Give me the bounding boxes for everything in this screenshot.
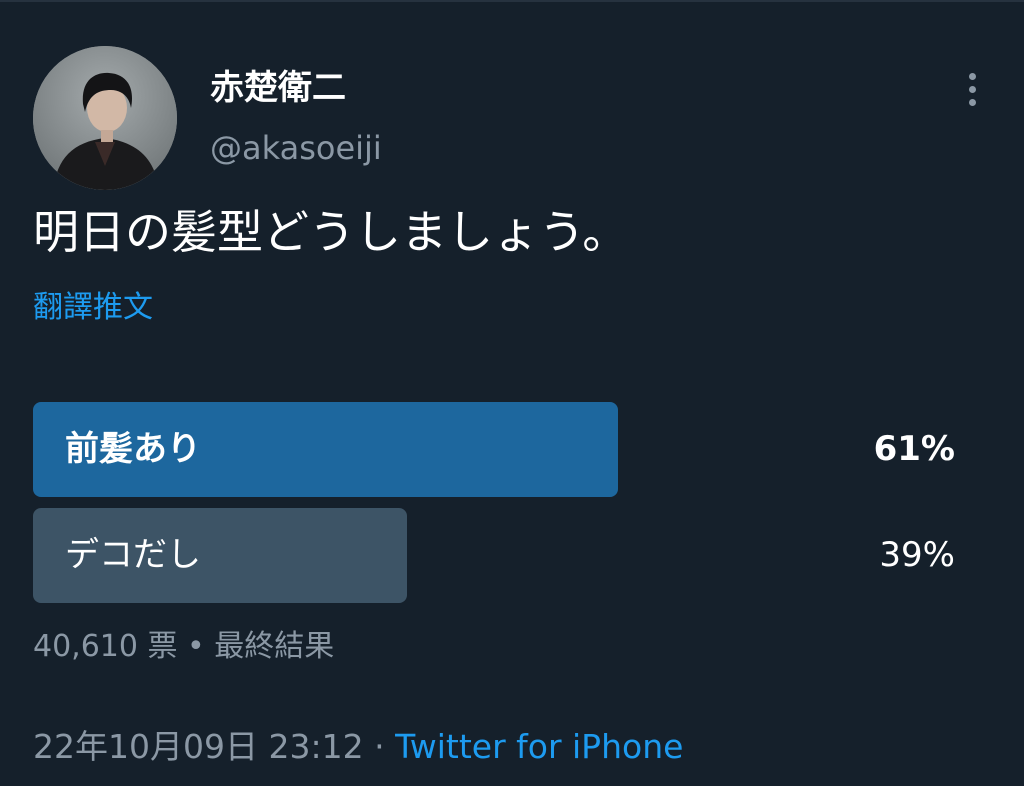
author-display-name[interactable]: 赤楚衛二 [210, 66, 346, 110]
top-divider [0, 0, 1024, 2]
poll-option-label: 前髪あり [65, 429, 201, 469]
poll-option-percent: 61% [873, 429, 955, 469]
tweet-meta: 22年10月09日 23:12 · Twitter for iPhone [33, 724, 683, 770]
avatar[interactable] [33, 46, 177, 190]
tweet-source-link[interactable]: Twitter for iPhone [395, 727, 683, 766]
poll-option-label: デコだし [65, 535, 201, 575]
poll-option: デコだし 39% [33, 508, 955, 603]
avatar-photo [33, 46, 177, 190]
more-button[interactable] [955, 66, 989, 112]
meta-separator: · [363, 727, 396, 766]
poll-separator: • [177, 629, 215, 664]
poll-option-percent: 39% [879, 535, 955, 575]
more-vertical-icon [968, 72, 976, 106]
tweet-text: 明日の髪型どうしましょう。 [33, 205, 629, 259]
author-username[interactable]: @akasoeiji [210, 126, 382, 170]
poll-vote-count: 40,610 票 [33, 629, 178, 664]
translate-tweet-link[interactable]: 翻譯推文 [33, 286, 153, 330]
poll-option: 前髪あり 61% [33, 402, 955, 497]
poll-summary: 40,610 票 • 最終結果 [33, 625, 334, 669]
tweet-timestamp[interactable]: 22年10月09日 23:12 [33, 727, 364, 766]
poll-status: 最終結果 [214, 629, 335, 664]
